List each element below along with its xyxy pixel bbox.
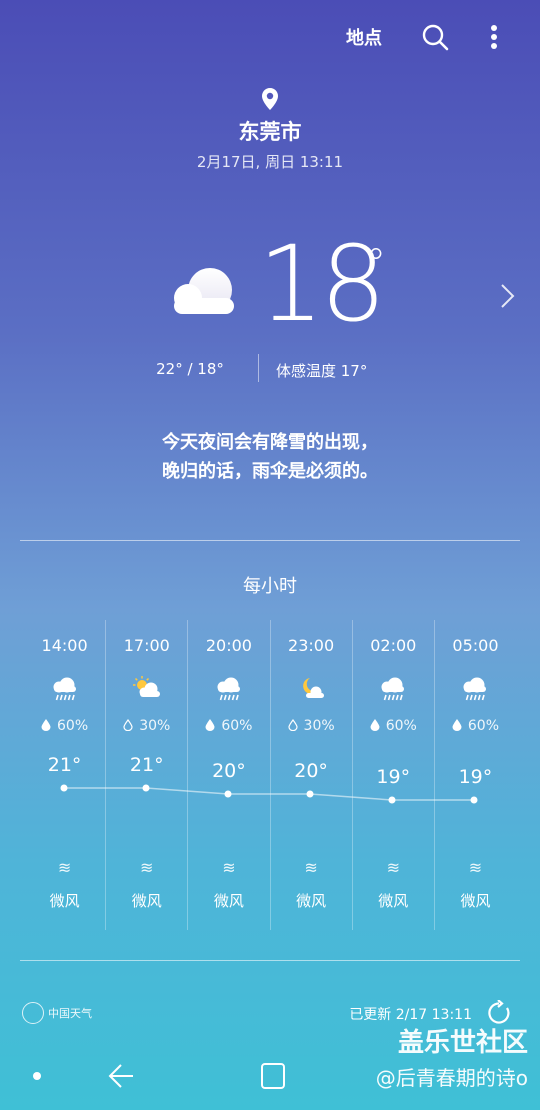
nav-dot-icon[interactable]	[33, 1072, 41, 1080]
weather-message-line: 晚归的话，雨伞是必须的。	[162, 461, 378, 482]
temperature-point	[60, 784, 68, 792]
watermark: @后青春期的诗o	[375, 1066, 528, 1090]
temperature-line	[64, 787, 474, 801]
temperature-point	[388, 796, 396, 804]
cloudy-icon	[168, 266, 238, 318]
more-vert-icon[interactable]	[482, 20, 506, 54]
temperature-point	[224, 790, 232, 798]
temperature-point	[142, 784, 150, 792]
hourly-title: 每小时	[243, 576, 297, 597]
degree-symbol: °	[366, 241, 386, 287]
brand-logo[interactable]: 中国天气	[22, 1002, 92, 1024]
location-button[interactable]: 地点	[346, 24, 382, 50]
brand-name: 中国天气	[48, 1007, 92, 1020]
feels-like: 体感温度 17°	[276, 362, 368, 380]
current-temperature: 18	[258, 223, 386, 345]
recents-icon[interactable]	[261, 1063, 285, 1089]
weather-message-line: 今天夜间会有降雪的出现，	[162, 432, 378, 453]
hourly-temperature-line	[60, 784, 478, 804]
china-weather-logo-icon	[22, 1002, 44, 1024]
watermark: 盖乐世社区	[397, 1028, 528, 1058]
divider	[20, 540, 520, 541]
chevron-right-icon[interactable]	[496, 282, 518, 310]
weather-message: 今天夜间会有降雪的出现， 晚归的话，雨伞是必须的。	[60, 428, 480, 486]
divider	[258, 354, 259, 382]
high-low-temperature: 22° / 18°	[156, 360, 224, 378]
date-time: 2月17日, 周日 13:11	[196, 153, 344, 171]
temperature-point	[306, 790, 314, 798]
location-pin-icon	[257, 86, 283, 112]
last-updated: 已更新 2/17 13:11	[349, 1007, 472, 1023]
divider	[20, 960, 520, 961]
city-name: 东莞市	[238, 120, 302, 144]
temperature-point	[470, 796, 478, 804]
back-icon[interactable]	[108, 1064, 133, 1088]
search-icon[interactable]	[418, 20, 452, 54]
